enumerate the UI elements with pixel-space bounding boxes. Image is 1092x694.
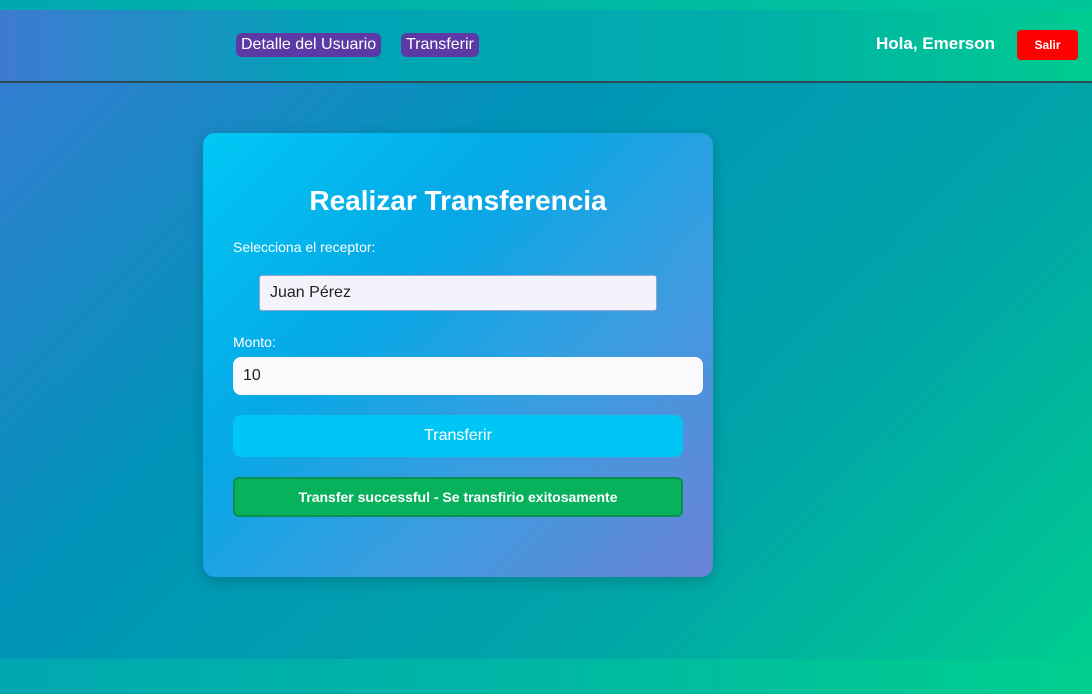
receiver-select-value: Juan Pérez [270, 284, 351, 301]
success-alert-message: Transfer successful - Se transfirio exit… [298, 489, 618, 505]
logout-button[interactable]: Salir [1017, 30, 1078, 60]
amount-input[interactable] [233, 357, 703, 395]
footer-strip [0, 659, 1092, 694]
top-strip [0, 0, 1092, 10]
nav-link-transfer[interactable]: Transferir [401, 33, 479, 57]
nav-link-user-detail[interactable]: Detalle del Usuario [236, 33, 382, 57]
receiver-label: Selecciona el receptor: [233, 239, 376, 255]
receiver-select[interactable]: Juan Pérez [259, 275, 657, 311]
amount-label: Monto: [233, 334, 276, 350]
success-alert: Transfer successful - Se transfirio exit… [233, 477, 683, 517]
transfer-submit-button[interactable]: Transferir [233, 415, 683, 457]
user-greeting: Hola, Emerson [876, 34, 996, 53]
page-title: Realizar Transferencia [309, 185, 607, 216]
top-nav-bar: Detalle del Usuario Transferir Hola, Eme… [0, 10, 1092, 83]
transfer-card: Realizar Transferencia Selecciona el rec… [203, 133, 713, 577]
